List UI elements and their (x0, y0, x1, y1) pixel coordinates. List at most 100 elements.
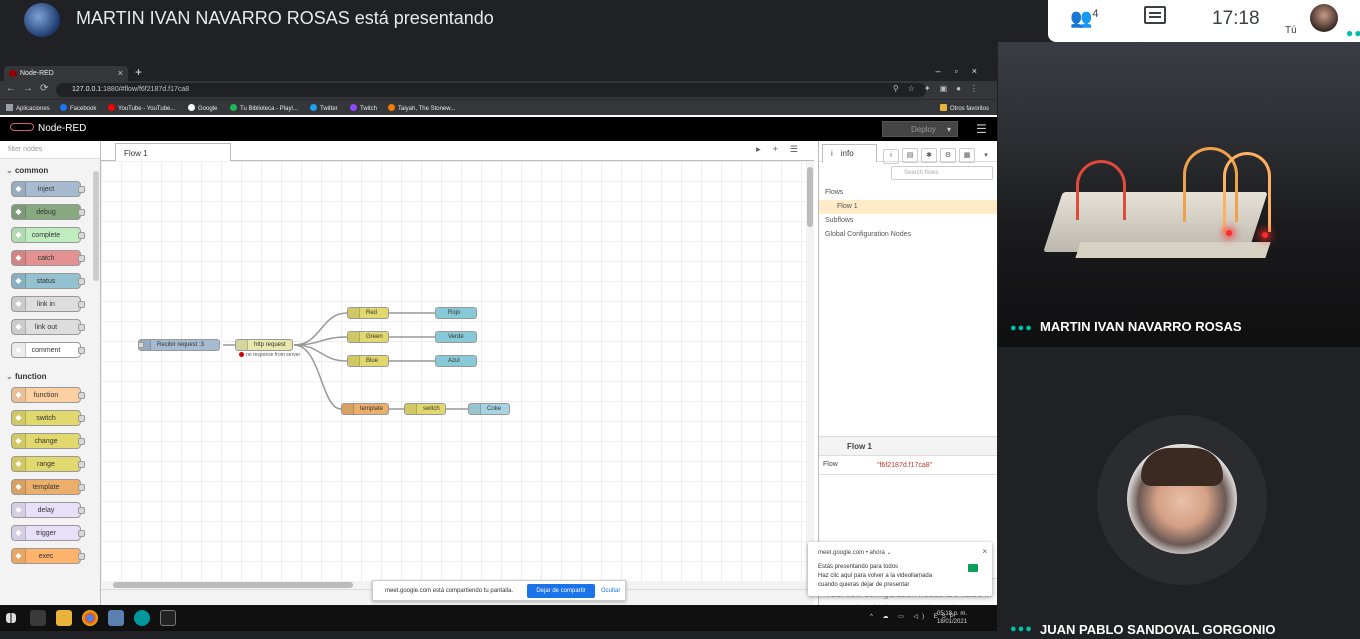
hamburger-menu-icon[interactable]: ☰ (976, 122, 987, 136)
avatar-hair (1141, 448, 1223, 486)
notification-line: Estás presentando para todos (818, 564, 899, 570)
palette-node-trigger[interactable]: ◆ trigger (11, 525, 85, 541)
book-icon[interactable]: ▤ (902, 148, 918, 163)
bookmark-twitch[interactable]: Twitch (350, 104, 377, 112)
window-controls[interactable]: –▫× (936, 66, 991, 76)
gear-icon[interactable]: ⚙ (940, 148, 956, 163)
dashboard-icon[interactable]: ▦ (959, 148, 975, 163)
bookmark-taiyah[interactable]: Taiyah, The Stonew... (388, 104, 455, 112)
flow-workspace[interactable]: Recibir request :3 http request no respo… (101, 161, 806, 603)
common-node-list: ◆ inject ◆ debug ◆ complete ◆ catch ◆ status ◆ link… (0, 181, 100, 358)
palette-node-comment[interactable]: ◆ comment (11, 342, 85, 358)
deploy-button[interactable]: Deploy (882, 121, 958, 137)
new-tab-button[interactable]: + (135, 65, 142, 79)
http-in-node[interactable]: Recibir request :3 (138, 339, 220, 351)
nav-buttons[interactable]: ←→⟳ (6, 83, 55, 94)
file-explorer-icon[interactable] (56, 610, 72, 626)
bug-icon[interactable]: ✱ (921, 148, 937, 163)
tree-item-flow-1[interactable]: Flow 1 (819, 200, 997, 214)
scroll-thumb[interactable] (113, 582, 353, 588)
bookmark-google[interactable]: Google (188, 104, 217, 112)
coke-node[interactable]: Coke (468, 403, 510, 415)
windows-start-icon[interactable] (6, 613, 16, 623)
video-tile-presenter[interactable]: ●●● MARTIN IVAN NAVARRO ROSAS (998, 42, 1360, 347)
close-icon[interactable]: × (982, 547, 987, 556)
palette-node-link-out[interactable]: ◆ link out (11, 319, 85, 335)
change-node-red[interactable]: Red (347, 307, 389, 319)
switch-node[interactable]: switch (404, 403, 446, 415)
folder-icon (940, 104, 947, 111)
store-icon[interactable] (30, 610, 46, 626)
palette-node-complete[interactable]: ◆ complete (11, 227, 85, 243)
bookmark-apps[interactable]: Aplicaciones (6, 104, 50, 112)
property-row: Flow "f6f2187d.f17ca8" (819, 457, 997, 475)
participants-count: 4 (1092, 8, 1099, 20)
tab-info[interactable]: i info (822, 144, 877, 162)
dashboard-node-rojo[interactable]: Rojo (435, 307, 477, 319)
node-palette: filter nodes common ◆ inject ◆ debug ◆ comple… (0, 141, 101, 631)
template-node[interactable]: template (341, 403, 389, 415)
scroll-thumb[interactable] (807, 167, 813, 227)
palette-node-template[interactable]: ◆ template (11, 479, 85, 495)
info-icon[interactable]: i (883, 149, 899, 164)
wire-image (1076, 160, 1126, 220)
palette-node-change[interactable]: ◆ change (11, 433, 85, 449)
palette-node-switch[interactable]: ◆ switch (11, 410, 85, 426)
tab-flow-1[interactable]: Flow 1 (115, 143, 231, 162)
close-tab-icon[interactable]: × (118, 68, 123, 78)
dashboard-node-azul[interactable]: Azul (435, 355, 477, 367)
chat-icon[interactable] (1144, 6, 1166, 24)
stop-sharing-button[interactable]: Dejar de compartir (527, 584, 595, 598)
extension-icons[interactable]: ⚲☆✦▣●⋮ (893, 84, 987, 93)
node-icon: ◆ (12, 480, 26, 494)
bookmark-other[interactable]: Otros favoritos (940, 104, 989, 112)
palette-category-function[interactable]: function (0, 365, 100, 387)
tree-item-subflows[interactable]: Subflows (819, 214, 997, 228)
taskbar-clock[interactable]: 05:18 p. m. 18/01/2021 (937, 610, 967, 626)
tree-item-global-config[interactable]: Global Configuration Nodes (819, 228, 997, 242)
arduino-icon[interactable] (134, 610, 150, 626)
meet-notification[interactable]: meet.google.com • ahora ⌄ × Estás presen… (808, 542, 992, 596)
search-flows-input[interactable]: Search flows (891, 166, 993, 180)
bookmark-spotify[interactable]: Tu Biblioteca - Playl... (230, 104, 298, 112)
hide-button[interactable]: Ocultar (601, 588, 620, 594)
chevron-down-icon[interactable]: ▾ (978, 149, 994, 164)
palette-node-status[interactable]: ◆ status (11, 273, 85, 289)
palette-node-link-in[interactable]: ◆ link in (11, 296, 85, 312)
browser-tab[interactable]: Node-RED × (4, 66, 128, 81)
workspace-tab-buttons[interactable]: ▸+☰ (756, 144, 810, 155)
palette-node-function[interactable]: ◆ function (11, 387, 85, 403)
change-node-green[interactable]: Green (347, 331, 389, 343)
tree-item-flows[interactable]: Flows (819, 186, 997, 200)
twitter-icon (310, 104, 317, 111)
palette-category-common[interactable]: common (0, 159, 100, 181)
palette-scrollbar[interactable] (93, 171, 99, 281)
url-bar[interactable]: 127.0.0.1:1880/#flow/f6f2187d.f17ca8 (56, 83, 926, 97)
bookmark-twitter[interactable]: Twitter (310, 104, 338, 112)
palette-node-delay[interactable]: ◆ delay (11, 502, 85, 518)
bookmark-facebook[interactable]: Facebook (60, 104, 96, 112)
dashboard-node-verde[interactable]: Verde (435, 331, 477, 343)
change-node-blue[interactable]: Blue (347, 355, 389, 367)
node-button[interactable] (138, 342, 144, 348)
node-label: http request (254, 342, 286, 348)
http-request-node[interactable]: http request (235, 339, 293, 351)
filter-nodes-input[interactable]: filter nodes (0, 141, 100, 159)
apps-grid-icon (6, 104, 13, 111)
self-avatar[interactable] (1310, 4, 1338, 32)
workspace-vertical-scrollbar[interactable] (806, 161, 814, 581)
app-icon[interactable] (108, 610, 124, 626)
palette-node-catch[interactable]: ◆ catch (11, 250, 85, 266)
palette-node-range[interactable]: ◆ range (11, 456, 85, 472)
bookmark-youtube[interactable]: YouTube - YouTube... (108, 104, 175, 112)
chrome-icon[interactable] (82, 610, 98, 626)
video-tile-participant[interactable]: ●●● JUAN PABLO SANDOVAL GORGONIO (998, 347, 1360, 639)
people-button[interactable]: 👥4 (1070, 8, 1099, 29)
people-icon: 👥 (1070, 8, 1093, 28)
node-label: Green (366, 334, 383, 340)
palette-node-debug[interactable]: ◆ debug (11, 204, 85, 220)
terminal-icon[interactable] (160, 610, 176, 626)
palette-node-inject[interactable]: ◆ inject (11, 181, 85, 197)
palette-node-exec[interactable]: ◆ exec (11, 548, 85, 564)
node-port (78, 186, 85, 193)
